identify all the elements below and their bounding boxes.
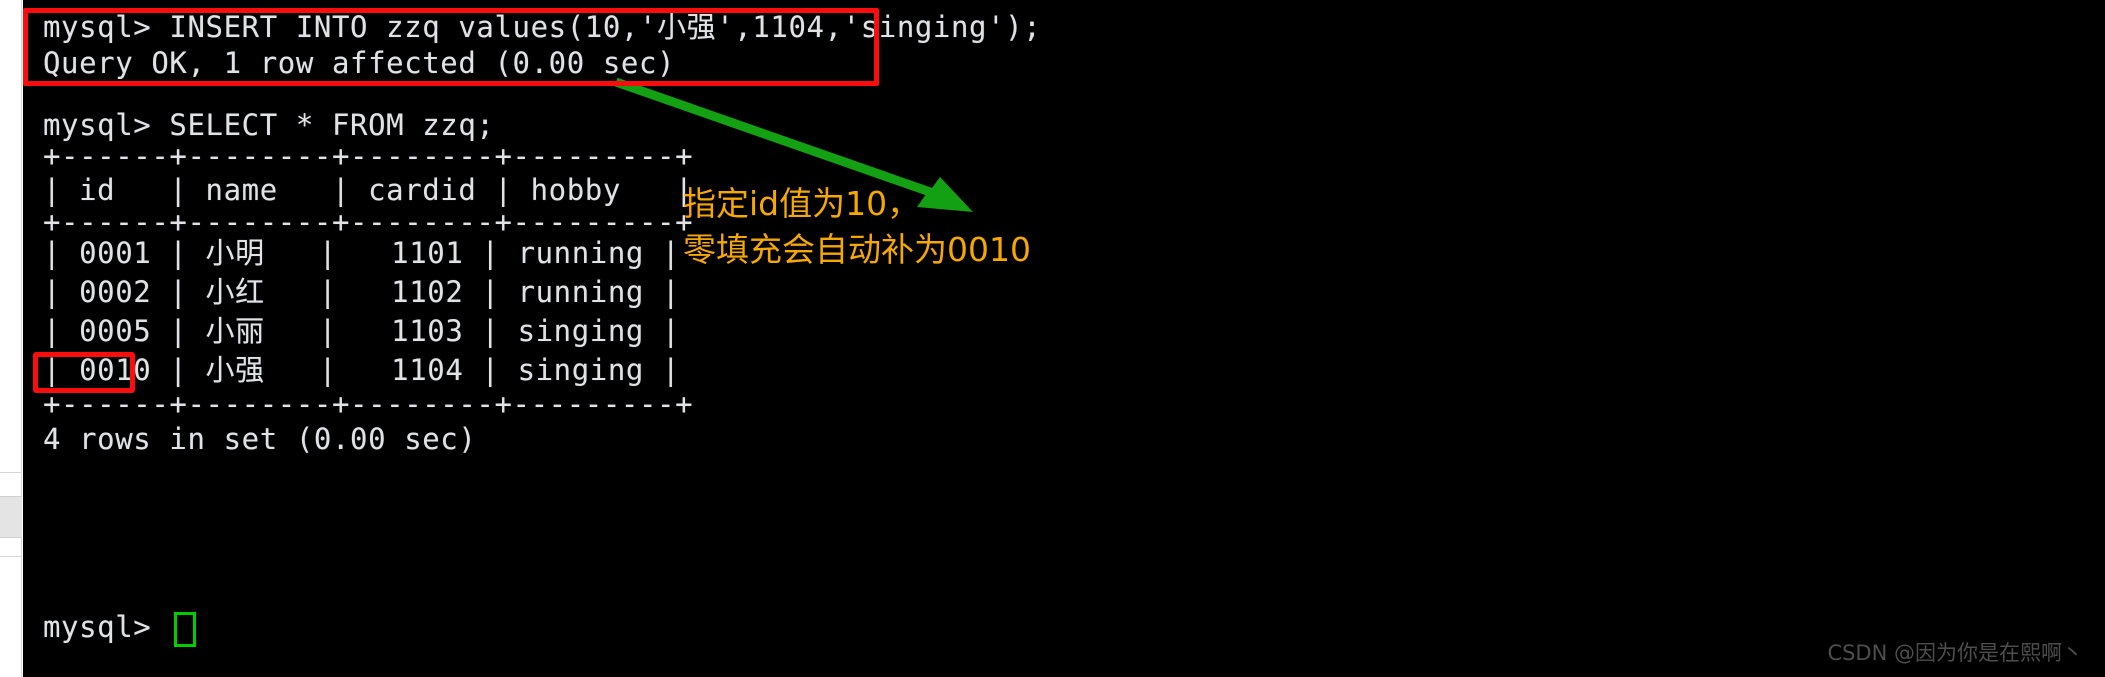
csdn-watermark: CSDN @因为你是在熙啊丶 (1827, 641, 2083, 665)
terminal-cursor (174, 612, 196, 647)
table-row: | 0005 | 小丽 | 1103 | singing | (43, 314, 681, 348)
terminal-line-rows-in-set: 4 rows in set (0.00 sec) (43, 422, 477, 456)
annotation-note-line-2: 零填充会自动补为0010 (683, 230, 1031, 269)
table-row: | 0002 | 小红 | 1102 | running | (43, 275, 681, 309)
terminal-line-insert-command: mysql> INSERT INTO zzq values(10,'小强',11… (43, 10, 1042, 44)
table-border-bottom: +------+--------+--------+---------+ (43, 387, 694, 421)
annotation-note-line-1: 指定id值为10， (683, 184, 921, 223)
gutter-divider-top (0, 472, 22, 473)
scrollbar-thumb[interactable] (0, 496, 22, 538)
gutter-divider-bottom (0, 556, 22, 557)
table-border-middle: +------+--------+--------+---------+ (43, 205, 694, 239)
mysql-terminal[interactable]: mysql> INSERT INTO zzq values(10,'小强',11… (23, 0, 2105, 677)
terminal-prompt-final: mysql> (43, 610, 152, 644)
left-scrollbar-gutter[interactable] (0, 0, 22, 677)
table-row: | 0001 | 小明 | 1101 | running | (43, 236, 681, 270)
terminal-line-insert-result: Query OK, 1 row affected (0.00 sec) (43, 46, 676, 80)
table-row-highlighted: | 0010 | 小强 | 1104 | singing | (43, 353, 681, 387)
screenshot-root: mysql> INSERT INTO zzq values(10,'小强',11… (0, 0, 2105, 677)
terminal-line-select-command: mysql> SELECT * FROM zzq; (43, 108, 495, 142)
table-border-top: +------+--------+--------+---------+ (43, 139, 694, 173)
table-header-row: | id | name | cardid | hobby | (43, 173, 694, 207)
